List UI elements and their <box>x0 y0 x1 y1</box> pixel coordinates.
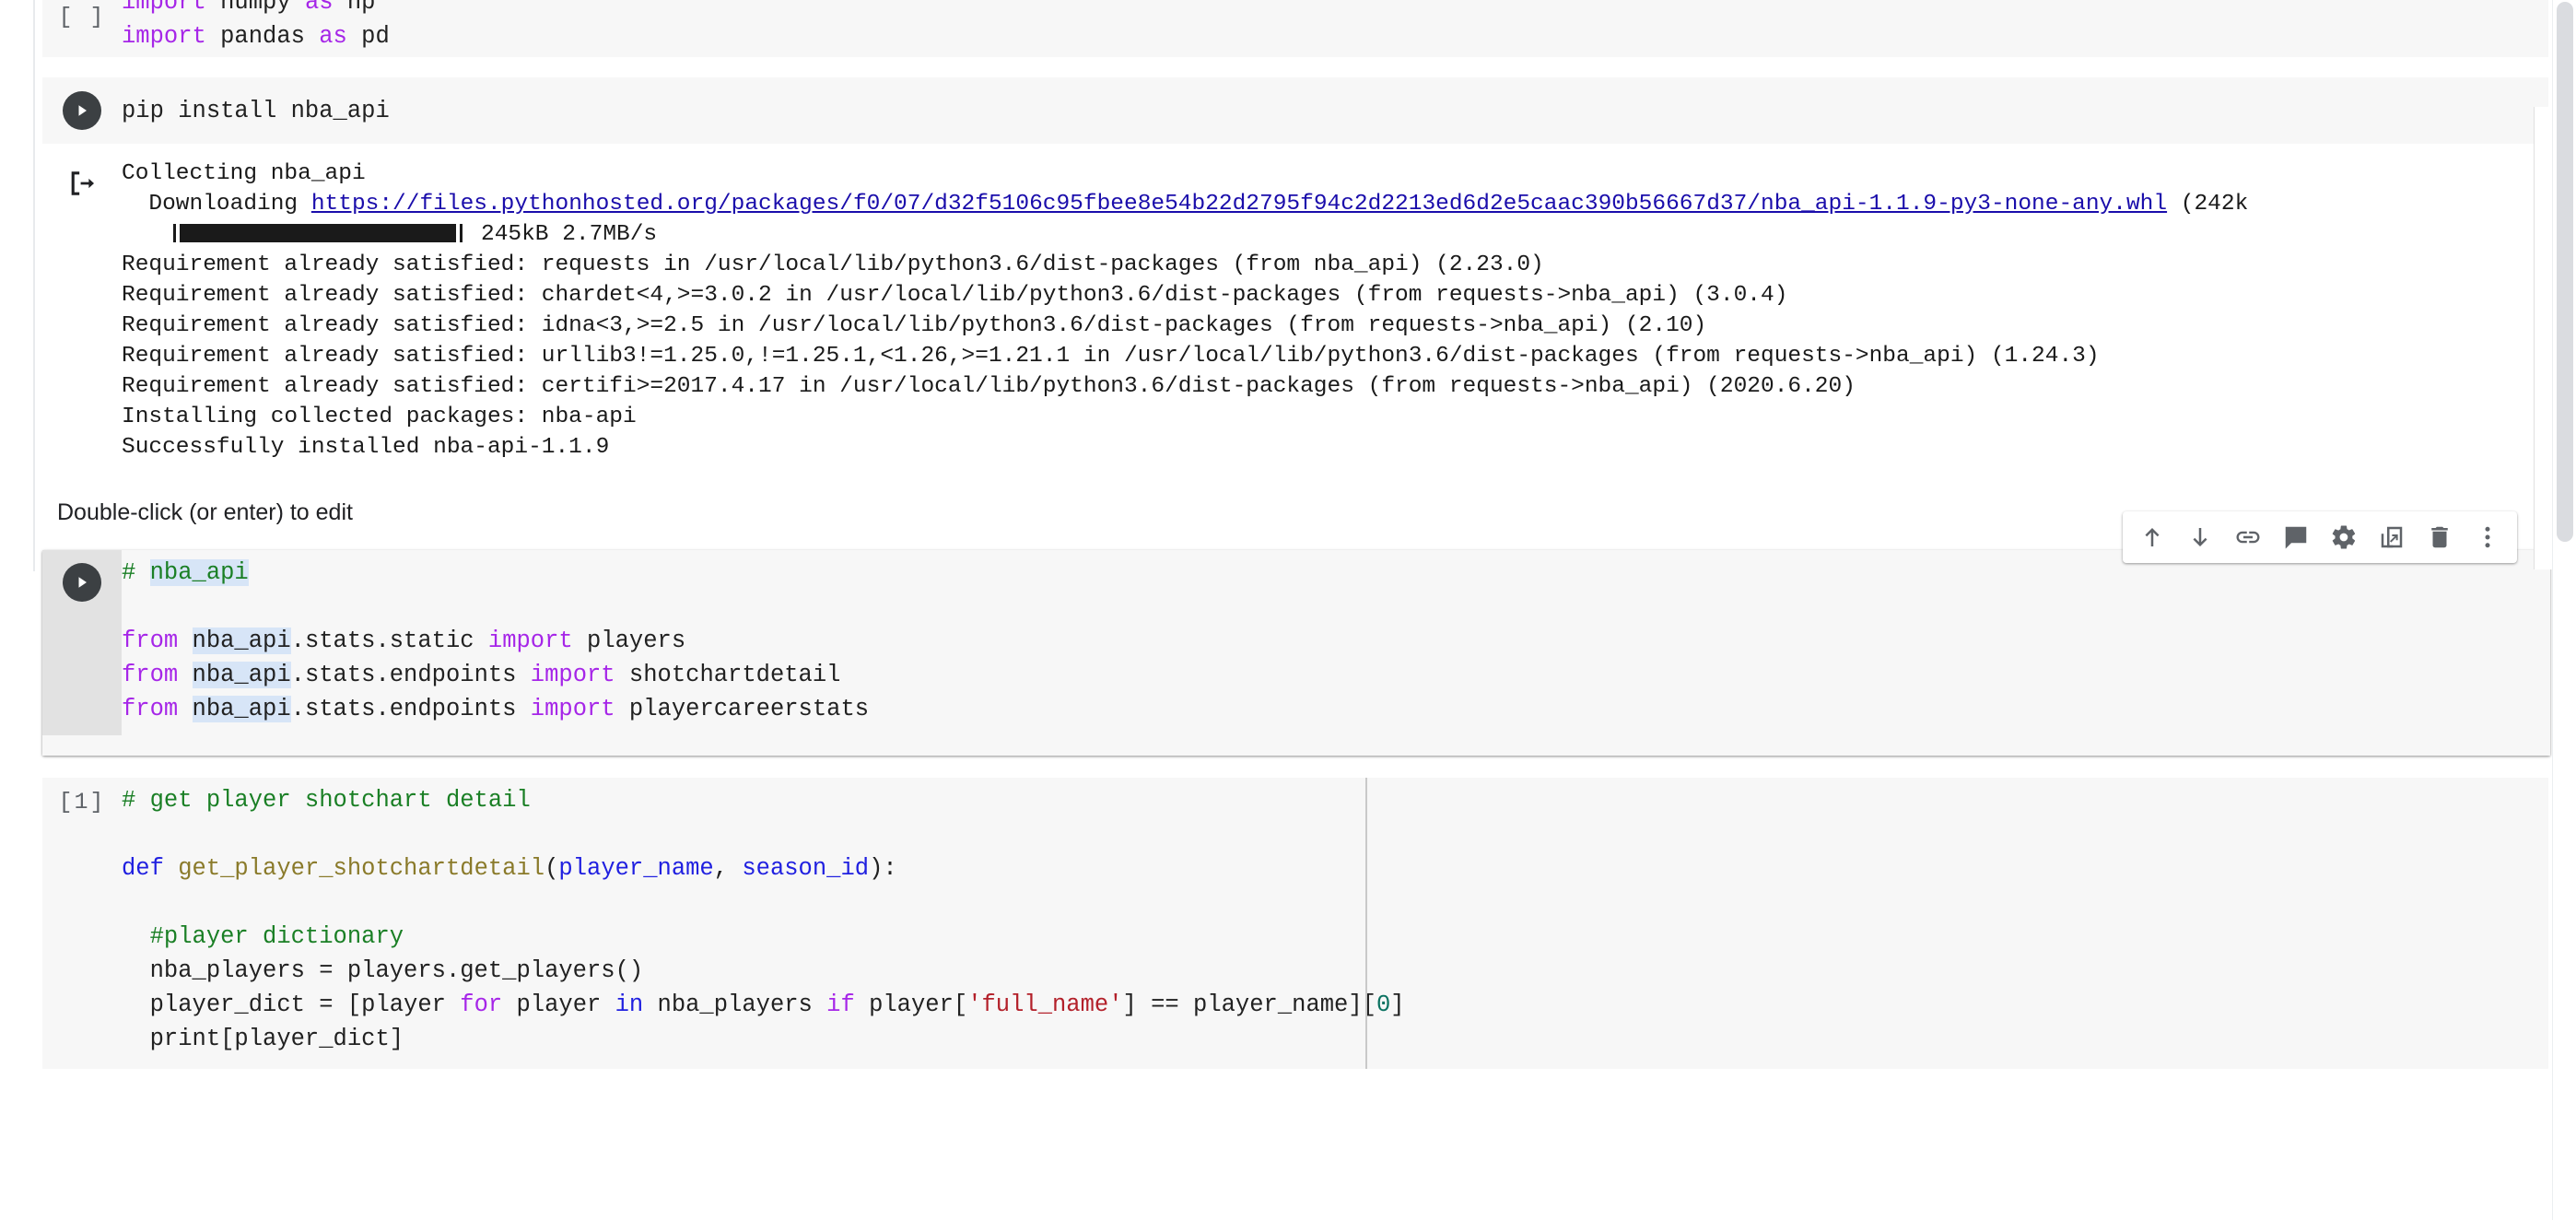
link-to-cell-button[interactable] <box>2224 513 2272 561</box>
code-line-nba-players: nba_players = players.get_players() <box>122 957 644 984</box>
keyword-in: in <box>615 991 644 1018</box>
comment-text: # <box>122 559 150 586</box>
output-line-certifi: Requirement already satisfied: certifi>=… <box>122 374 1856 399</box>
output-download-size: (242k <box>2167 192 2249 217</box>
code-cell-shotchart-detail[interactable]: [1] # get player shotchart detail def ge… <box>42 778 2548 1069</box>
inner-comment-text: #player dictionary <box>122 923 404 950</box>
code-text: pd <box>346 23 390 50</box>
function-arg-season-id: season_id <box>742 855 870 882</box>
output-line-success: Successfully installed nba-api-1.1.9 <box>122 435 610 460</box>
download-progress-stats: 245kB 2.7MB/s <box>481 222 658 247</box>
code-editor-nba-api[interactable]: # nba_api from nba_api.stats.static impo… <box>122 550 2550 735</box>
code-text: np <box>333 0 376 16</box>
output-scrollbar-track[interactable] <box>2534 107 2552 569</box>
pip-output-text: Collecting nba_api Downloading https://f… <box>122 158 2576 463</box>
string-full-name: 'full_name' <box>967 991 1123 1018</box>
keyword-import: import <box>530 662 615 688</box>
module-path: .stats.static <box>290 628 488 654</box>
module-highlight-nba-api: nba_api <box>192 628 291 654</box>
execution-count-label: [1] <box>58 789 106 815</box>
move-cell-up-button[interactable] <box>2128 513 2176 561</box>
code-cell-pip-install[interactable]: pip install nba_api <box>42 77 2548 144</box>
download-progress-bar <box>173 224 463 242</box>
output-line-chardet: Requirement already satisfied: chardet<4… <box>122 283 1788 308</box>
output-line-urllib3: Requirement already satisfied: urllib3!=… <box>122 344 2100 369</box>
module-path: .stats.endpoints <box>290 696 531 722</box>
code-text: ] <box>1390 991 1405 1018</box>
keyword-import: import <box>530 696 615 722</box>
add-comment-button[interactable] <box>2272 513 2320 561</box>
keyword-from: from <box>122 662 193 688</box>
comment-highlight-nba-api: nba_api <box>149 559 249 586</box>
keyword-as: as <box>319 23 347 50</box>
code-cell-body[interactable]: [ ] import numpy as np import pandas as … <box>42 0 2548 57</box>
keyword-as: as <box>304 0 334 16</box>
import-target: shotchartdetail <box>615 662 841 688</box>
function-name: get_player_shotchartdetail <box>178 855 545 882</box>
page-scrollbar-thumb[interactable] <box>2557 2 2573 542</box>
module-highlight-nba-api: nba_api <box>192 662 291 688</box>
editor-ruler-line <box>1365 778 1367 1069</box>
keyword-from: from <box>122 696 193 722</box>
keyword-import: import <box>487 628 573 654</box>
cell-gutter <box>42 91 122 130</box>
code-cell-body[interactable]: pip install nba_api <box>42 77 2548 144</box>
keyword-if: if <box>826 991 855 1018</box>
output-line-idna: Requirement already satisfied: idna<3,>=… <box>122 313 1707 338</box>
code-cell-body[interactable]: [1] # get player shotchart detail def ge… <box>42 778 2548 1069</box>
execution-count-label: [ ] <box>58 4 106 30</box>
output-line-collecting: Collecting nba_api <box>122 161 366 186</box>
code-cell-nba-api-selected[interactable]: # nba_api from nba_api.stats.static impo… <box>42 511 2550 756</box>
move-cell-down-button[interactable] <box>2176 513 2224 561</box>
cell-toolbar[interactable] <box>2123 511 2517 563</box>
run-cell-icon[interactable] <box>63 91 101 130</box>
cell-output-area: Collecting nba_api Downloading https://f… <box>42 144 2576 463</box>
code-text: pandas <box>205 23 320 50</box>
code-text: player <box>502 991 615 1018</box>
code-text: numpy <box>205 0 305 16</box>
code-cell-body[interactable]: # nba_api from nba_api.stats.static impo… <box>42 550 2550 756</box>
output-line-installing: Installing collected packages: nba-api <box>122 405 637 429</box>
keyword-def: def <box>122 855 179 882</box>
code-editor-pip[interactable]: pip install nba_api <box>122 94 2548 128</box>
code-text: player_dict = [player <box>122 991 461 1018</box>
output-line-downloading-prefix: Downloading <box>122 192 311 217</box>
keyword-import: import <box>122 0 206 16</box>
page-scrollbar[interactable] <box>2552 0 2576 1220</box>
comment-text: # get player shotchart detail <box>122 787 531 814</box>
module-highlight-nba-api: nba_api <box>192 696 291 722</box>
code-editor-shotchart[interactable]: # get player shotchart detail def get_pl… <box>122 778 2548 1065</box>
cell-gutter: [1] <box>42 778 122 815</box>
download-url-link[interactable]: https://files.pythonhosted.org/packages/… <box>311 192 2167 217</box>
import-target: players <box>572 628 686 654</box>
colab-notebook: [ ] import numpy as np import pandas as … <box>0 0 2576 1220</box>
code-text: ( <box>544 855 559 882</box>
cell-gutter-selected <box>42 550 122 735</box>
run-cell-icon[interactable] <box>63 563 101 602</box>
output-line-requests: Requirement already satisfied: requests … <box>122 252 1544 277</box>
output-gutter <box>42 158 122 204</box>
code-line-print: print[player_dict] <box>122 1026 404 1052</box>
keyword-for: for <box>460 991 503 1018</box>
mirror-cell-in-tab-button[interactable] <box>2368 513 2416 561</box>
cell-gutter: [ ] <box>42 0 122 30</box>
code-editor-imports[interactable]: import numpy as np import pandas as pd <box>122 0 2548 57</box>
number-literal: 0 <box>1376 991 1391 1018</box>
more-cell-actions-button[interactable] <box>2464 513 2512 561</box>
module-path: .stats.endpoints <box>290 662 531 688</box>
delete-cell-button[interactable] <box>2416 513 2464 561</box>
function-arg-player-name: player_name <box>558 855 714 882</box>
code-text: , <box>713 855 743 882</box>
code-cell-imports[interactable]: [ ] import numpy as np import pandas as … <box>42 0 2548 57</box>
code-text: nba_players <box>643 991 827 1018</box>
import-target: playercareerstats <box>615 696 870 722</box>
code-text: ): <box>869 855 897 882</box>
keyword-from: from <box>122 628 193 654</box>
notebook-left-rail <box>33 0 35 571</box>
output-stream-icon <box>66 168 98 204</box>
code-text: ] == player_name][ <box>1122 991 1376 1018</box>
code-text: player[ <box>854 991 968 1018</box>
keyword-import: import <box>122 23 206 50</box>
cell-settings-button[interactable] <box>2320 513 2368 561</box>
